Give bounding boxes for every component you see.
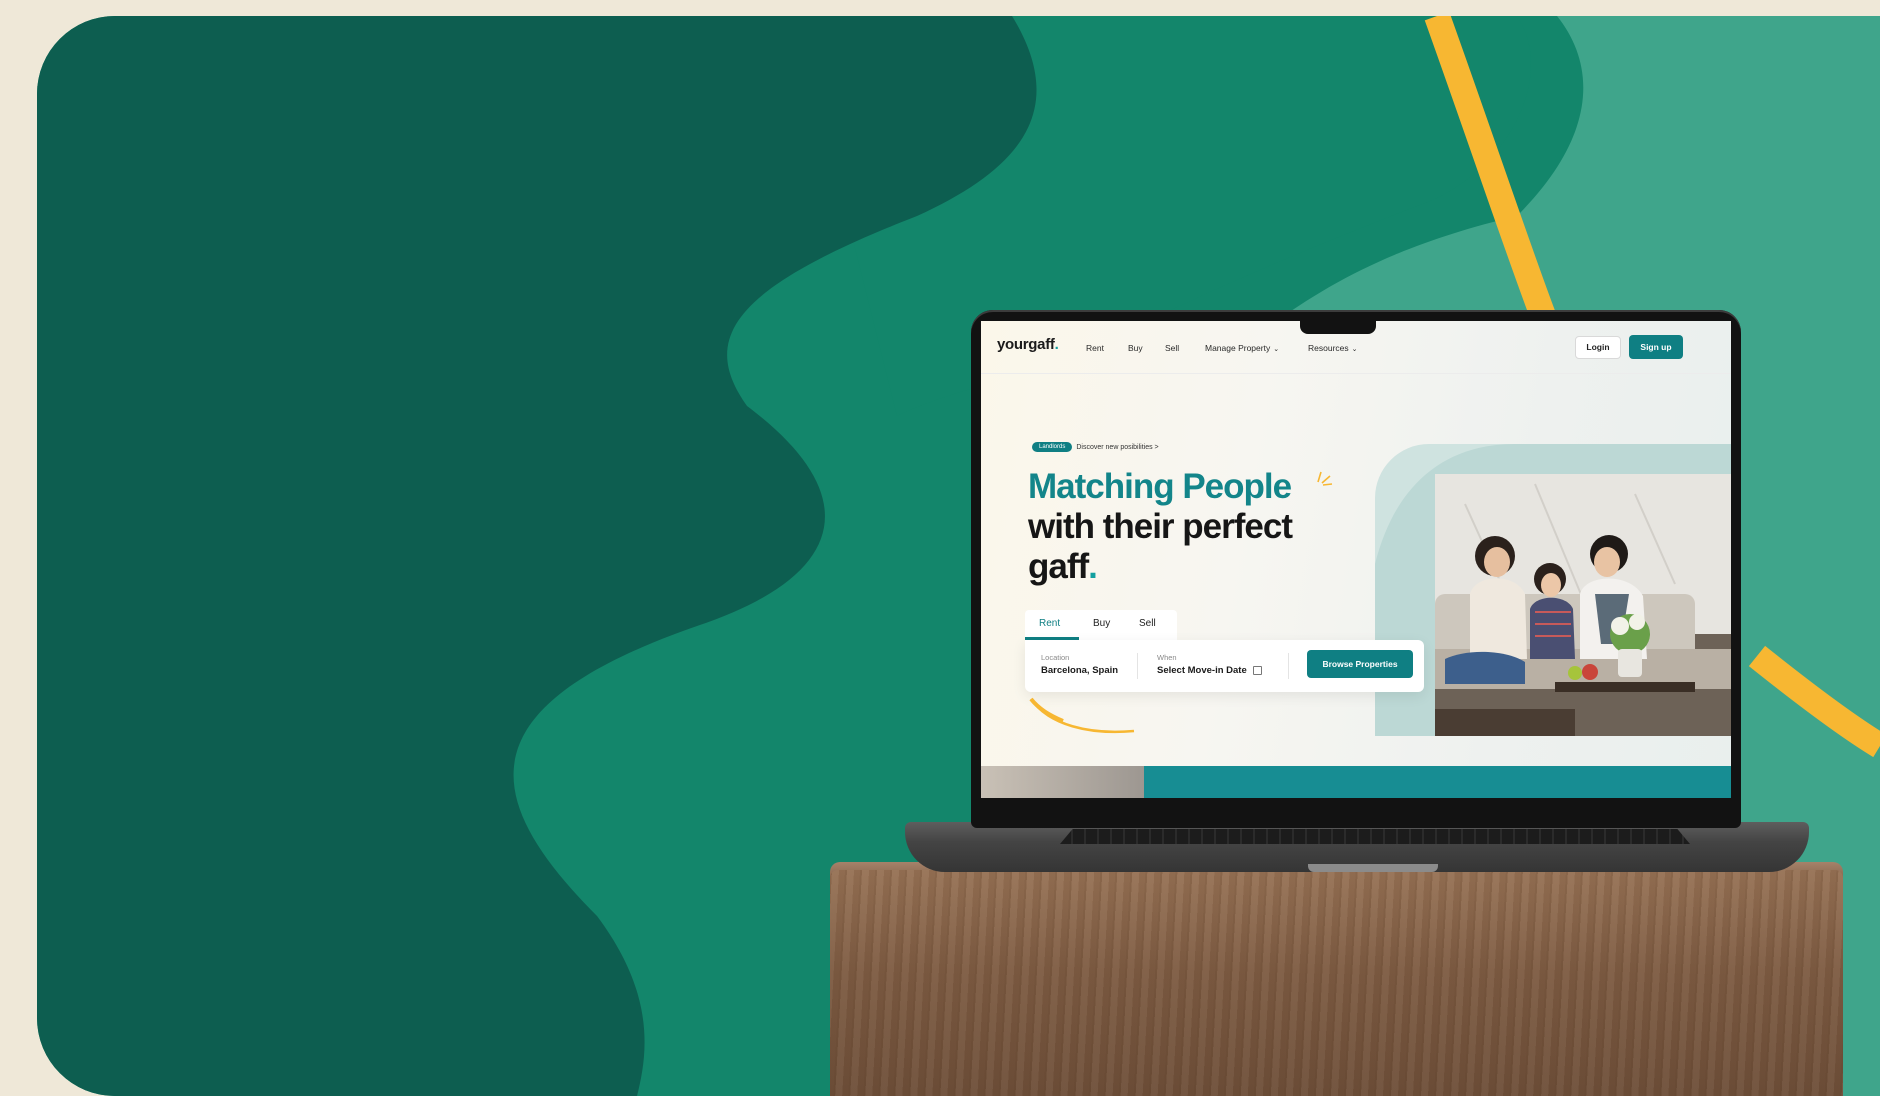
location-label: Location (1041, 653, 1070, 662)
landlords-pill: Landlords (1032, 442, 1073, 452)
wooden-pedestal (830, 870, 1843, 1096)
yellow-swoosh (1029, 697, 1135, 734)
laptop-screen: yourgaff. Rent Buy Sell Manage Property ⌄… (981, 321, 1731, 798)
location-field[interactable]: Barcelona, Spain (1041, 665, 1118, 676)
tab-buy[interactable]: Buy (1093, 618, 1110, 629)
headline-line-2: with their perfect (1028, 507, 1293, 546)
headline-dot: . (1088, 547, 1098, 586)
nav-rent[interactable]: Rent (1086, 343, 1104, 353)
property-search-bar: Location Barcelona, Spain When Select Mo… (1025, 640, 1424, 692)
nav-manage-property[interactable]: Manage Property ⌄ (1205, 343, 1279, 353)
nav-buy[interactable]: Buy (1128, 343, 1143, 353)
announcement-text: Discover new posibilities > (1076, 443, 1159, 451)
nav-resources-label: Resources (1308, 343, 1349, 353)
field-divider (1137, 653, 1138, 679)
headline-line-1: Matching People (1028, 467, 1292, 506)
listing-preview-photo (981, 766, 1144, 798)
announcement-banner[interactable]: Landlords Discover new posibilities > (1032, 442, 1159, 452)
calendar-icon (1252, 665, 1262, 675)
field-divider (1288, 653, 1289, 679)
hero-family-photo (1375, 444, 1731, 736)
laptop-keyboard (1060, 829, 1690, 844)
search-tabs: Rent Buy Sell (1025, 610, 1177, 640)
tab-rent[interactable]: Rent (1039, 618, 1060, 629)
chevron-down-icon: ⌄ (1351, 346, 1358, 353)
tab-sell[interactable]: Sell (1139, 618, 1156, 629)
hero-headline: Matching People with their perfect gaff. (1028, 467, 1293, 587)
move-in-date-value: Select Move-in Date (1157, 665, 1247, 676)
nav-sell[interactable]: Sell (1165, 343, 1179, 353)
site-logo[interactable]: yourgaff. (997, 336, 1059, 353)
family-photo-illustration (1375, 444, 1731, 736)
when-label: When (1157, 653, 1177, 662)
nav-resources[interactable]: Resources ⌄ (1308, 343, 1358, 353)
headline-word: gaff (1028, 547, 1089, 586)
chevron-down-icon: ⌄ (1273, 346, 1280, 353)
headline-line-3: gaff. (1028, 547, 1292, 587)
move-in-date-field[interactable]: Select Move-in Date (1157, 665, 1262, 676)
sparkle-icon (1317, 471, 1333, 486)
signup-button[interactable]: Sign up (1629, 335, 1683, 359)
teal-section-strip (1144, 766, 1731, 798)
laptop-hinge-notch (1308, 864, 1438, 872)
camera-notch (1300, 320, 1376, 334)
nav-manage-property-label: Manage Property (1205, 343, 1271, 353)
browse-properties-button[interactable]: Browse Properties (1307, 650, 1413, 678)
logo-text: yourgaff (997, 336, 1055, 353)
logo-dot: . (1054, 336, 1059, 353)
login-button[interactable]: Login (1575, 336, 1621, 359)
